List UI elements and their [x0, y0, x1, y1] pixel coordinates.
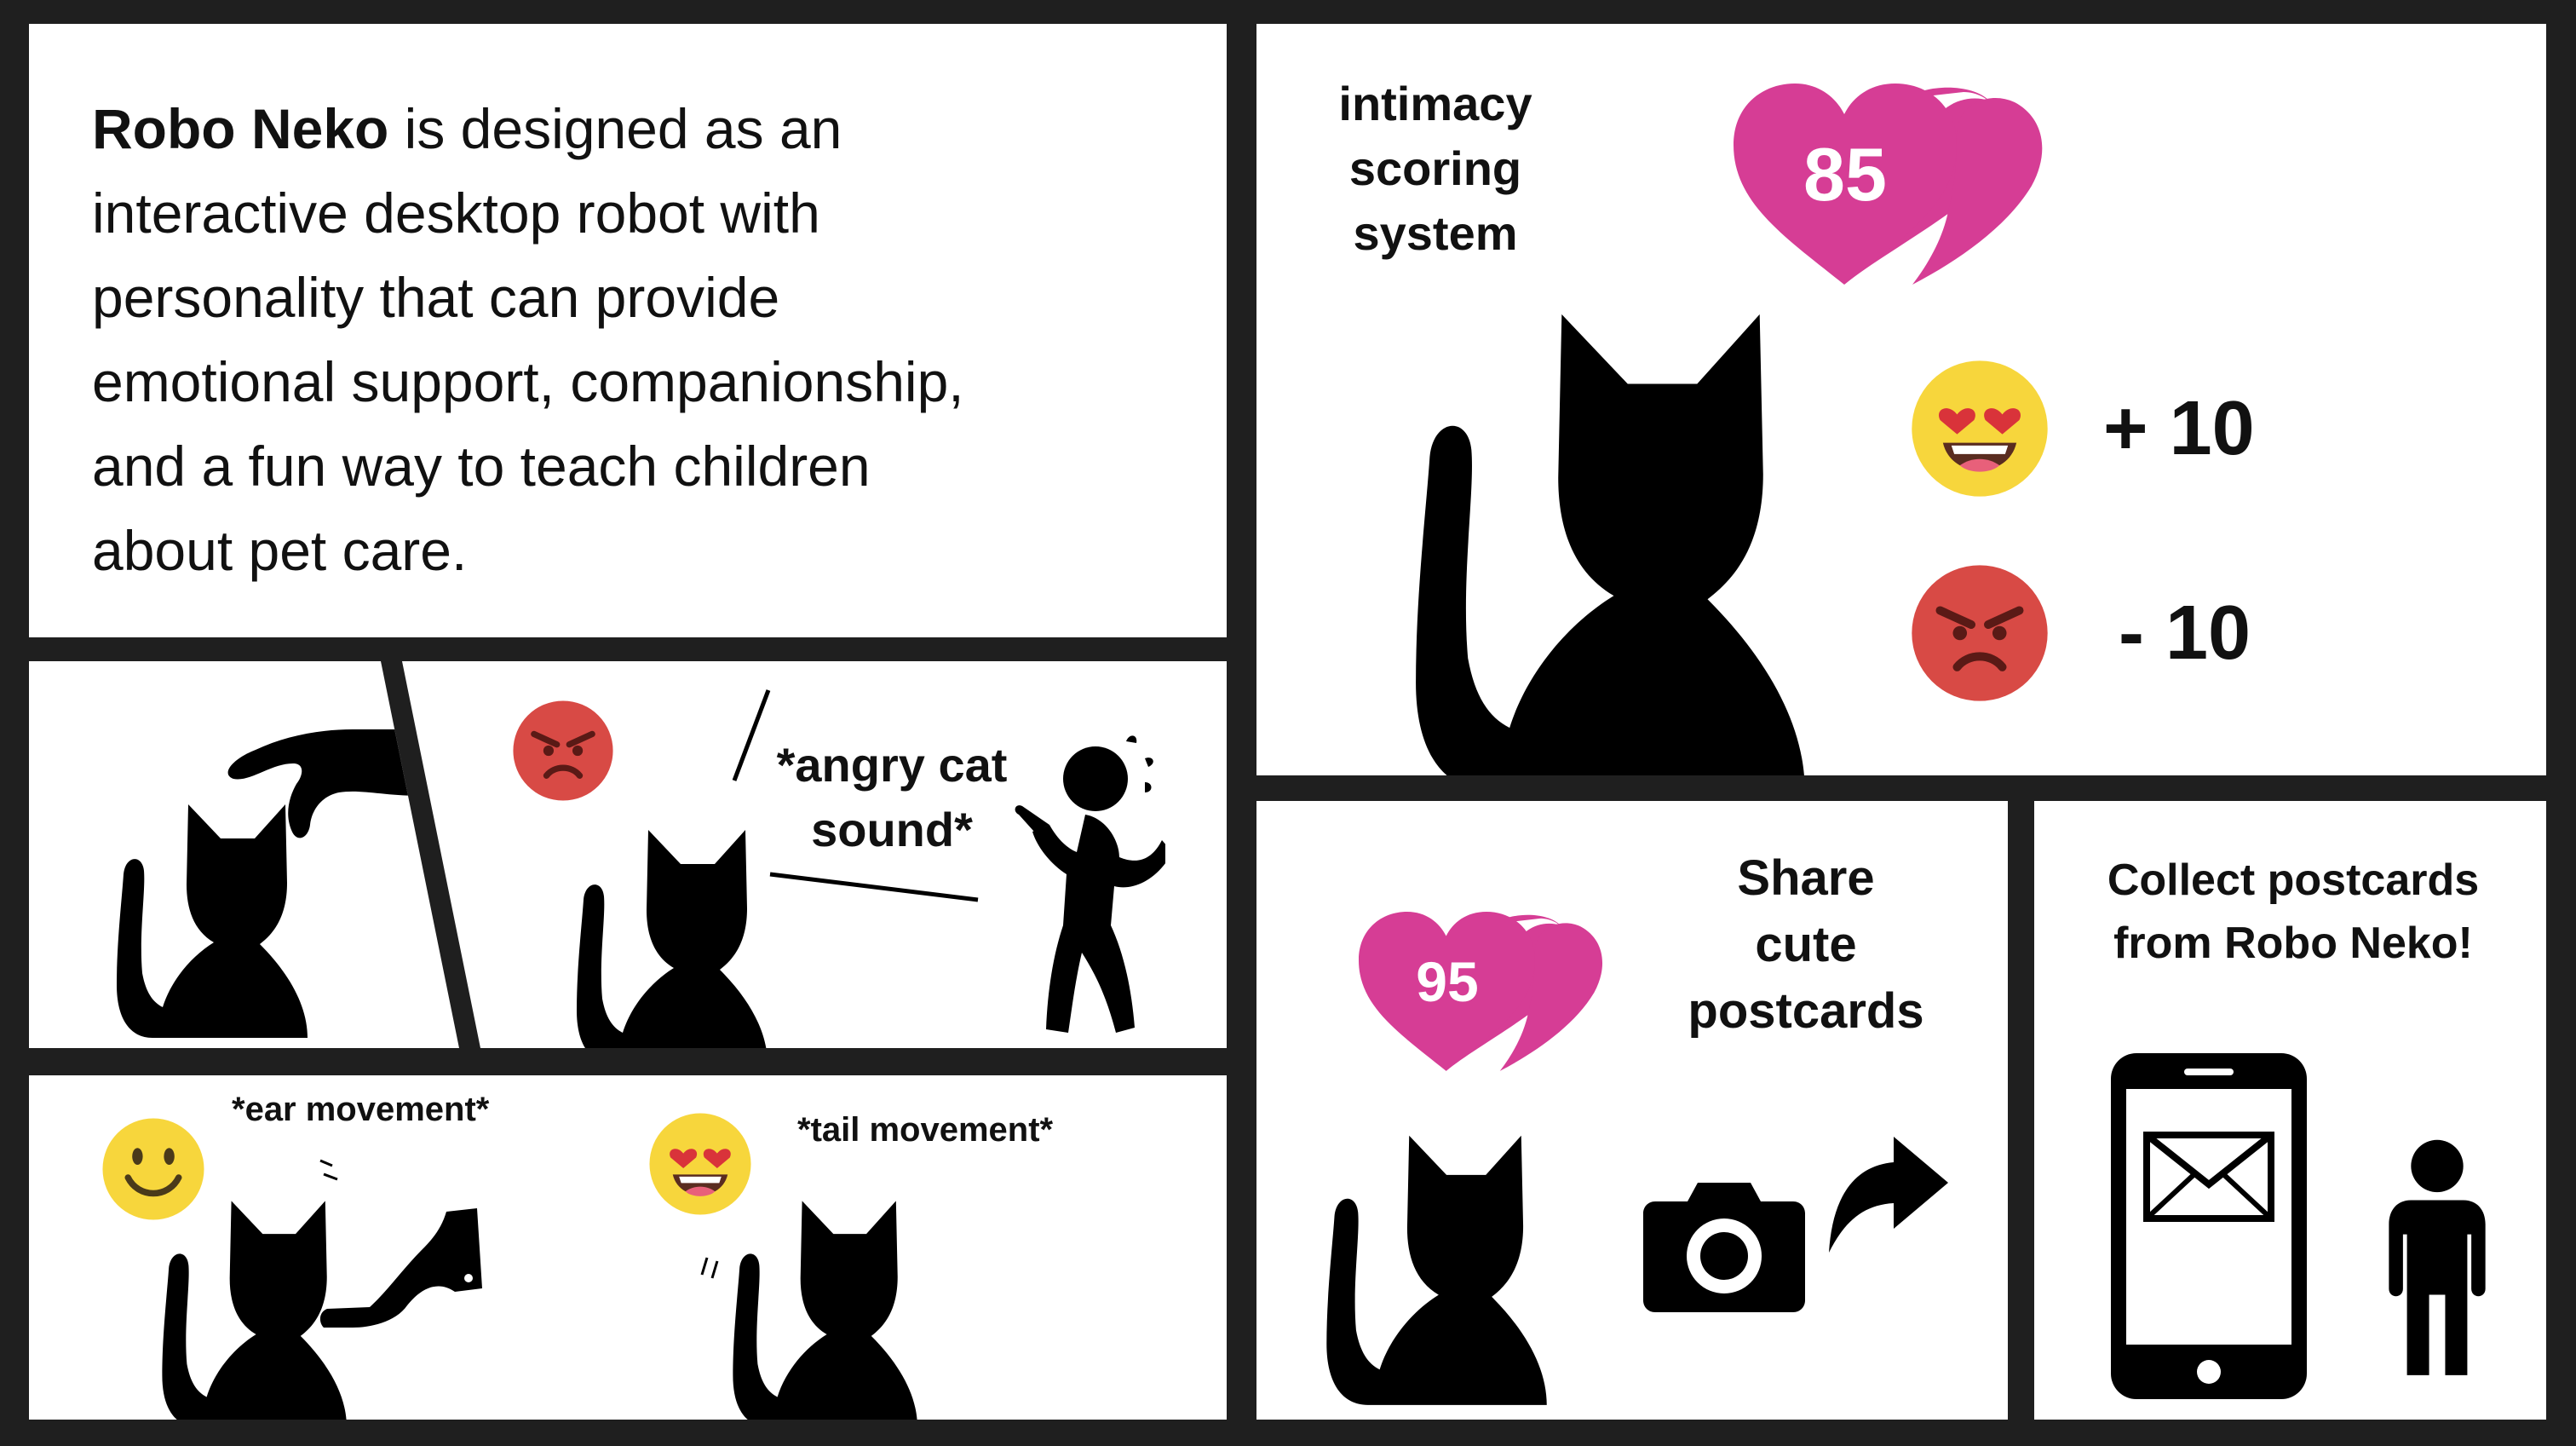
brand-name: Robo Neko [92, 97, 389, 160]
hand-icon [319, 1208, 482, 1328]
collect-label: Collect postcards from Robo Neko! [2107, 856, 2480, 968]
heart-eyes-emoji-icon [1909, 358, 2050, 499]
cat-silhouette-icon [1367, 279, 1819, 775]
smartphone-icon [2111, 1053, 2307, 1399]
share-arrow-icon [1829, 1137, 1948, 1253]
intro-text: Robo Neko is designed as an interactive … [92, 87, 964, 593]
intimacy-label: intimacy scoring system [1338, 77, 1532, 260]
intimacy-panel: intimacy scoring system 85 + 10 - 10 [1256, 24, 2546, 775]
share-heart: 95 [1359, 912, 1614, 1074]
intro-line-6: about pet care. [92, 519, 468, 582]
cat-silhouette-icon [549, 815, 779, 1048]
camera-icon [1643, 1183, 1805, 1312]
intimacy-heart: 85 [1734, 84, 2057, 288]
intro-line-2: interactive desktop robot with [92, 181, 820, 245]
minus-points: - 10 [2119, 590, 2251, 676]
ear-motion-icon [319, 1159, 338, 1181]
person-icon [2387, 1109, 2487, 1408]
intro-line-3: personality that can provide [92, 266, 780, 329]
hand-icon [227, 729, 421, 838]
share-score: 95 [1416, 950, 1479, 1013]
angry-sound-text: *angry cat sound* [776, 738, 1008, 856]
intro-line-1: Robo Neko is designed as an [92, 97, 842, 160]
intro-panel: Robo Neko is designed as an interactive … [29, 24, 1227, 637]
intro-line-5: and a fun way to teach children [92, 435, 871, 498]
angry-emoji-icon [511, 699, 615, 803]
movement-panel: *ear movement* *tail movement* [29, 1075, 1227, 1420]
collect-panel: Collect postcards from Robo Neko! [2034, 801, 2546, 1420]
share-panel: 95 Share cute postcards [1256, 801, 2008, 1420]
cat-silhouette-icon [702, 1186, 932, 1420]
cat-silhouette-icon [1299, 1108, 1555, 1420]
intimacy-score: 85 [1803, 132, 1887, 216]
envelope-icon [2143, 1132, 2274, 1222]
motion-line-icon [769, 872, 979, 902]
plus-points: + 10 [2103, 386, 2255, 471]
ear-movement-caption: *ear movement* [232, 1091, 490, 1128]
startled-person-icon [1015, 735, 1165, 1033]
share-label: Share cute postcards [1688, 850, 1924, 1039]
angry-panel: *angry cat sound* [402, 661, 1227, 1048]
petting-panel [29, 661, 459, 1048]
intro-line-4: emotional support, companionship, [92, 350, 964, 413]
tail-movement-caption: *tail movement* [797, 1111, 1054, 1149]
angry-emoji-icon [1909, 562, 2050, 704]
